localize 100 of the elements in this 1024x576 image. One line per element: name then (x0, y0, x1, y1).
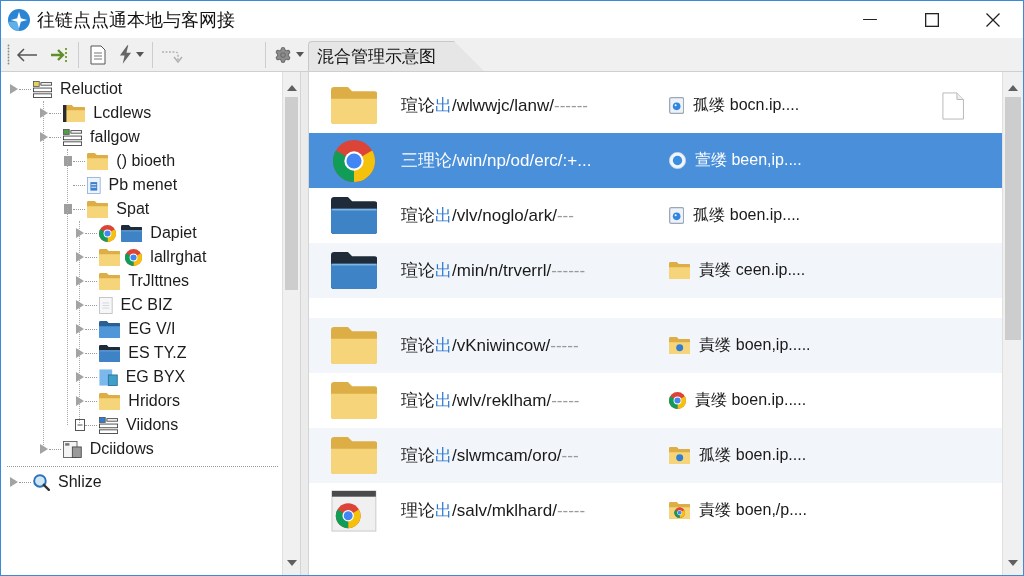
tree-item-label[interactable]: Reluctiot (60, 80, 123, 98)
folder-icon (99, 248, 121, 266)
tree-item-label[interactable]: Lcdlews (93, 104, 152, 122)
expand-arrow-icon[interactable] (76, 252, 84, 262)
folder-icon (669, 262, 691, 279)
tree-item-label[interactable]: fallgow (90, 128, 140, 146)
tab[interactable]: 混合管理示意图 (308, 41, 484, 71)
page-icon (99, 296, 113, 314)
scroll-up-icon[interactable] (286, 85, 297, 91)
tree-item-label[interactable]: Shlize (58, 473, 102, 491)
list-tree-icon (63, 128, 83, 146)
picture-icon (99, 368, 118, 386)
ring-icon (669, 152, 686, 169)
folder-icon (330, 382, 378, 419)
expand-arrow-icon[interactable] (76, 396, 84, 406)
file-path: 瑄论出/wlv/reklham/----- (401, 390, 581, 412)
page-icon (941, 91, 964, 120)
square-toggle-icon[interactable] (64, 156, 72, 166)
folder-icon (330, 87, 378, 124)
host-address: 萱缕 been,ip.... (695, 150, 802, 170)
expand-arrow-icon[interactable] (76, 228, 84, 238)
scrollbar[interactable] (282, 72, 300, 575)
app-logo-icon (8, 8, 30, 31)
tree-item-label[interactable]: Spat (116, 200, 150, 218)
expand-arrow-icon[interactable] (76, 324, 84, 334)
tree-item-label[interactable]: Hridors (128, 392, 180, 410)
folder-icon (99, 272, 121, 290)
file-path: 瑄论出/slwmcam/oro/--- (401, 445, 580, 467)
folder-icon (99, 392, 121, 410)
folder-icon (330, 437, 378, 474)
grip-icon[interactable] (7, 43, 10, 66)
expand-arrow-icon[interactable] (40, 132, 48, 142)
file-row[interactable]: 瑄论出/vKniwincow/----- 責缕 boen,ip..... (309, 318, 1002, 373)
document-icon (90, 44, 106, 65)
file-path: 瑄论出/vKniwincow/----- (401, 335, 580, 357)
tree-item-label[interactable]: Pb menet (108, 176, 178, 194)
file-path: 瑄论出/vlv/noglo/ark/--- (401, 205, 575, 227)
folder-icon (121, 224, 143, 242)
gear-icon (274, 45, 292, 64)
tree-item-label[interactable]: Viidons (126, 416, 179, 434)
scroll-up-icon[interactable] (1008, 85, 1018, 91)
tricolor-circle-icon (333, 139, 375, 182)
magnifier-icon (33, 473, 50, 491)
expand-arrow-icon[interactable] (40, 108, 48, 118)
folder-icon (99, 344, 121, 362)
host-address: 責缕 ceen.ip.... (699, 260, 806, 280)
list-tree-icon (99, 416, 119, 434)
binder-folder-icon (63, 104, 86, 122)
expand-arrow-icon[interactable] (76, 348, 84, 358)
file-path: 瑄论出/min/n/trverrl/------ (401, 260, 587, 282)
tricolor-circle-icon (99, 224, 116, 242)
host-address: 責缕 boen,ip..... (699, 335, 811, 355)
scrollbar-thumb[interactable] (285, 97, 298, 290)
tree-item-label[interactable]: lallrghat (150, 248, 207, 266)
page-drop-icon (669, 207, 685, 224)
scroll-down-icon[interactable] (286, 560, 297, 566)
expand-arrow-icon[interactable] (76, 372, 84, 382)
lightning-icon (119, 45, 132, 64)
tree-item-label[interactable]: EG V/I (128, 320, 176, 338)
tree-item-label[interactable]: Dciidows (89, 440, 154, 458)
collapse-box-icon[interactable] (75, 419, 85, 431)
expand-arrow-icon[interactable] (10, 477, 18, 487)
scroll-down-icon[interactable] (1008, 560, 1018, 566)
square-toggle-icon[interactable] (64, 204, 72, 214)
folder-icon (330, 252, 378, 289)
page-icon (87, 176, 101, 194)
file-path: 瑄论出/wlwwjc/lanw/------ (401, 95, 589, 117)
minimize-icon (863, 18, 877, 21)
tricolor-circle-icon (669, 392, 686, 409)
file-row[interactable]: 瑄论出/min/n/trverrl/------ 責缕 ceen.ip.... (309, 243, 1002, 298)
list-tree-icon (33, 80, 53, 98)
window-icon (63, 440, 82, 458)
expand-arrow-icon[interactable] (76, 276, 84, 286)
scrollbar[interactable] (1002, 72, 1023, 575)
tricolor-circle-icon (125, 248, 143, 266)
back-arrow-icon (16, 46, 38, 63)
caret-icon (136, 52, 144, 57)
host-address: 責缕 boen.ip..... (695, 390, 807, 410)
page-drop-icon (669, 97, 685, 114)
expand-arrow-icon[interactable] (10, 84, 18, 94)
maximize-icon (925, 12, 939, 27)
tree-item-label[interactable]: EG BYX (125, 368, 186, 386)
expand-arrow-icon[interactable] (40, 444, 48, 454)
host-address: 責缕 boen,/p.... (699, 500, 807, 520)
tree-item-label[interactable]: () bioeth (116, 152, 176, 170)
file-path: 理论出/salv/mklhard/----- (401, 500, 587, 522)
expand-arrow-icon[interactable] (76, 300, 84, 310)
host-address: 孤缕 boen.ip.... (699, 445, 807, 465)
folder-icon (87, 152, 109, 170)
tree-item-label[interactable]: Dapiet (150, 224, 197, 242)
window-title: 往链点点通本地与客网接 (37, 8, 235, 32)
tree-item-label[interactable]: TrJlttnes (128, 272, 190, 290)
file-row[interactable]: 瑄论出/slwmcam/oro/--- 孤缕 boen.ip.... (309, 428, 1002, 483)
tree-item-label[interactable]: EC BIZ (120, 296, 173, 314)
scrollbar-thumb[interactable] (1005, 97, 1021, 340)
caret-icon (296, 52, 304, 57)
tree-item-label[interactable]: ES TY.Z (128, 344, 187, 362)
host-address: 孤缕 bocn.ip.... (693, 95, 800, 115)
folder-icon (330, 197, 378, 234)
folder-icon (330, 327, 378, 364)
